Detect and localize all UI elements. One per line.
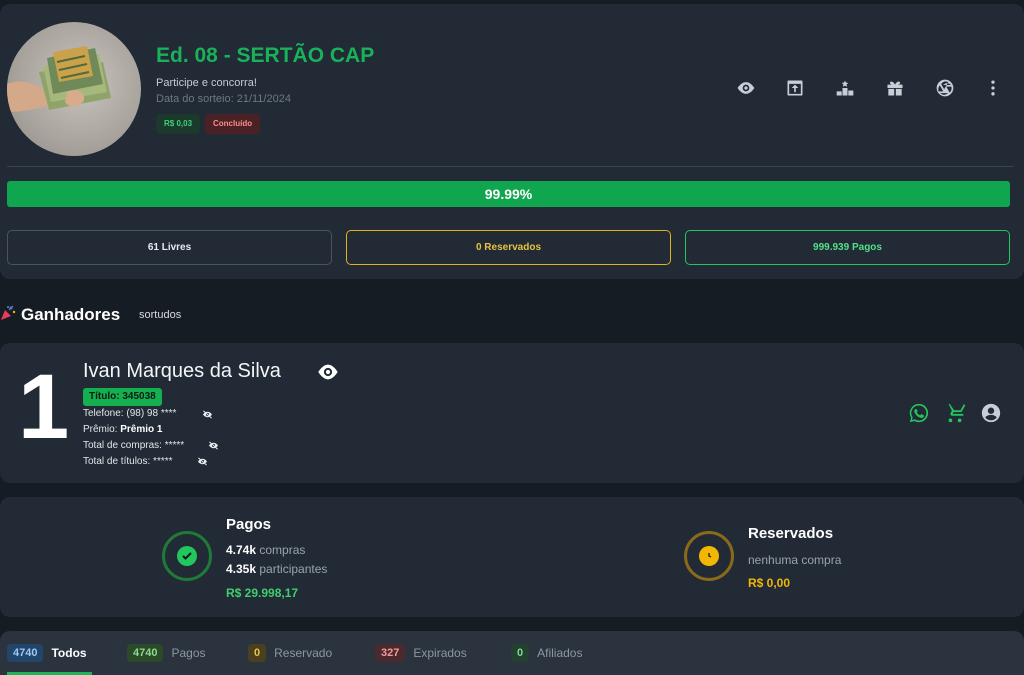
- raffle-card: Ed. 08 - SERTÃO CAP Participe e concorra…: [0, 4, 1024, 279]
- clock-icon: [699, 546, 719, 566]
- cash-in-hand-image: [7, 46, 111, 112]
- paid-participants: 4.35k participantes: [226, 562, 327, 576]
- draw-button[interactable]: [933, 76, 957, 100]
- winner-prize: Prêmio: Prêmio 1: [83, 424, 162, 435]
- gift-icon: [887, 81, 903, 96]
- tab-count: 4740: [7, 644, 44, 662]
- eye-icon[interactable]: [317, 363, 339, 381]
- reserved-count-box[interactable]: 0 Reservados: [346, 230, 671, 265]
- tab-label: Todos: [51, 646, 87, 660]
- tab-label: Expirados: [413, 646, 467, 660]
- tab-count: 0: [511, 644, 530, 662]
- winner-card: 1 Ivan Marques da Silva Título: 345038 T…: [0, 343, 1024, 483]
- winner-titles: Total de títulos: *****: [83, 456, 173, 467]
- winners-subtitle: sortudos: [139, 309, 182, 321]
- reserved-amount: R$ 0,00: [748, 576, 791, 590]
- account-circle-icon[interactable]: [980, 402, 1002, 424]
- titles-value: *****: [153, 456, 173, 467]
- available-count: 61 Livres: [147, 242, 192, 253]
- reserved-empty-text: nenhuma compra: [748, 553, 842, 567]
- divider: [7, 166, 1014, 167]
- view-button[interactable]: [734, 76, 758, 100]
- winners-title: Ganhadores: [21, 305, 121, 324]
- eye-off-icon[interactable]: [202, 410, 213, 419]
- cart-icon[interactable]: [944, 402, 966, 424]
- winner-name: Ivan Marques da Silva: [83, 360, 281, 382]
- tabs-bar: 4740 Todos 4740 Pagos 0 Reservado 327 Ex…: [0, 631, 1024, 675]
- paid-purchases: 4.74k compras: [226, 543, 305, 557]
- tab-todos[interactable]: 4740 Todos: [7, 643, 87, 663]
- status-badge: Concluído: [205, 114, 261, 134]
- paid-participants-value: 4.35k: [226, 562, 257, 576]
- raffle-subtitle: Participe e concorra!: [156, 77, 257, 89]
- prizes-button[interactable]: [883, 76, 907, 100]
- winner-purchases: Total de compras: *****: [83, 440, 184, 451]
- prize-value: Prêmio 1: [120, 424, 163, 435]
- available-count-box[interactable]: 61 Livres: [7, 230, 332, 265]
- purchases-value: *****: [164, 440, 185, 451]
- more-button[interactable]: [981, 76, 1005, 100]
- reserved-count: 0 Reservados: [475, 242, 542, 253]
- draw-date: Data do sorteio: 21/11/2024: [156, 93, 291, 105]
- tab-afiliados[interactable]: 0 Afiliados: [511, 643, 582, 663]
- paid-amount: R$ 29.998,17: [226, 586, 299, 600]
- reserved-title: Reservados: [748, 525, 834, 542]
- tab-label: Afiliados: [537, 646, 583, 660]
- confetti-icon: [1, 305, 16, 320]
- paid-title: Pagos: [226, 516, 272, 533]
- reserved-status-ring: [684, 531, 734, 581]
- prize-label: Prêmio:: [83, 424, 118, 435]
- tab-count: 4740: [127, 644, 164, 662]
- paid-count: 999.939 Pagos: [813, 242, 882, 253]
- ranking-button[interactable]: [833, 76, 857, 100]
- winner-phone: Telefone: (98) 98 ****: [83, 408, 176, 419]
- purchases-label: Total de compras:: [83, 440, 162, 451]
- check-icon: [177, 546, 197, 566]
- tab-pagos[interactable]: 4740 Pagos: [127, 643, 206, 663]
- tab-count: 0: [248, 644, 267, 662]
- tab-count: 327: [375, 644, 406, 662]
- raffle-title: Ed. 08 - SERTÃO CAP: [156, 44, 375, 67]
- more-vert-icon: [991, 80, 995, 96]
- titles-label: Total de títulos:: [83, 456, 151, 467]
- phone-label: Telefone:: [83, 408, 124, 419]
- tab-label: Pagos: [171, 646, 206, 660]
- phone-value: (98) 98 ****: [126, 408, 177, 419]
- price-badge: R$ 0,03: [156, 114, 201, 134]
- winner-rank: 1: [18, 356, 70, 458]
- whatsapp-icon[interactable]: [908, 402, 930, 424]
- tab-label: Reservado: [274, 646, 333, 660]
- progress-label: 99.99%: [484, 186, 533, 202]
- paid-participants-label: participantes: [259, 562, 328, 576]
- raffle-image: [7, 22, 141, 156]
- tab-expirados[interactable]: 327 Expirados: [375, 643, 467, 663]
- progress-bar: 99.99%: [7, 181, 1010, 207]
- open-in-new-icon: [787, 80, 803, 96]
- stats-card: Pagos 4.74k compras 4.35k participantes …: [0, 497, 1024, 617]
- paid-count-box[interactable]: 999.939 Pagos: [685, 230, 1010, 265]
- paid-purchases-value: 4.74k: [226, 543, 257, 557]
- tab-reservado[interactable]: 0 Reservado: [248, 643, 332, 663]
- eye-off-icon[interactable]: [208, 441, 219, 450]
- eye-icon: [737, 82, 755, 94]
- aperture-icon: [936, 79, 954, 97]
- winner-ticket-badge: Título: 345038: [83, 388, 162, 406]
- podium-icon: [836, 80, 854, 96]
- open-button[interactable]: [783, 76, 807, 100]
- eye-off-icon[interactable]: [197, 457, 208, 466]
- paid-status-ring: [162, 531, 212, 581]
- paid-purchases-label: compras: [259, 543, 306, 557]
